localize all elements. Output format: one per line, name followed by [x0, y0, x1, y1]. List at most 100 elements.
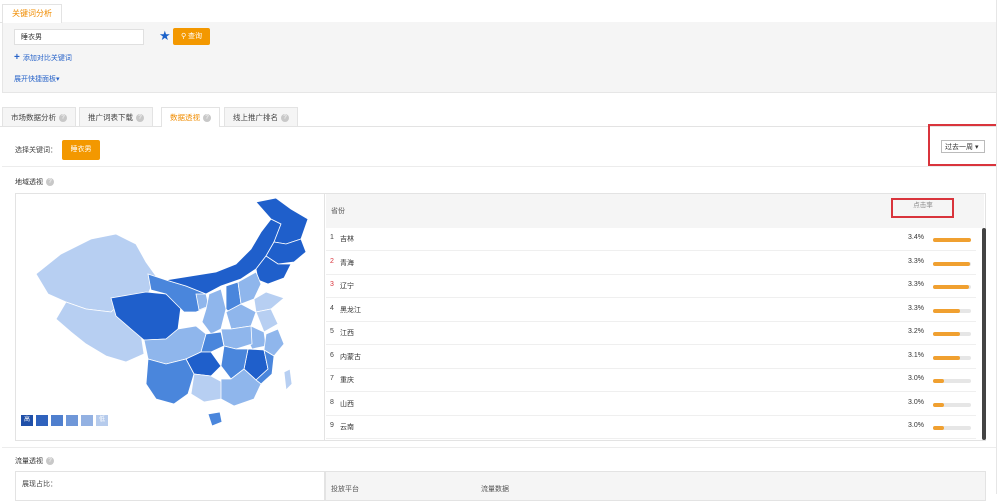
row-rank: 3 [330, 281, 334, 288]
help-icon[interactable]: ? [46, 178, 54, 187]
row-rate-bar [933, 332, 971, 336]
row-rate-bar [933, 308, 971, 313]
row-rate-bar-fill [933, 332, 960, 336]
row-rank: 5 [330, 328, 334, 335]
china-map [35, 197, 309, 427]
row-click-rate: 3.0% [908, 375, 924, 382]
legend-high: 高 [21, 415, 33, 426]
tab-label: 数据透视 [170, 113, 200, 122]
table-row[interactable]: 6 内蒙古 3.1% [326, 346, 976, 369]
row-rate-bar [933, 355, 971, 360]
map-region-hubei[interactable] [220, 325, 253, 350]
help-icon[interactable]: ? [59, 114, 67, 123]
row-rate-bar-fill [933, 261, 970, 266]
plus-icon: + [14, 52, 20, 63]
row-rate-bar [933, 402, 971, 407]
table-row[interactable]: 2 青海 3.3% [326, 252, 976, 275]
add-compare-keyword-link[interactable]: + 添加对比关键词 [14, 52, 72, 65]
tab-download[interactable]: 推广词表下载? [79, 107, 153, 126]
table-scrollbar[interactable] [982, 228, 986, 440]
tab-market-analysis[interactable]: 市场数据分析? [2, 107, 76, 126]
row-rate-bar-fill [933, 379, 944, 383]
row-rank: 8 [330, 398, 334, 406]
row-click-rate: 3.3% [908, 304, 924, 312]
table-row[interactable]: 4 黑龙江 3.3% [326, 299, 976, 322]
table-header [326, 194, 984, 228]
map-region-inner-mongolia[interactable] [165, 218, 282, 295]
table-row[interactable]: 8 山西 3.0% [326, 393, 976, 416]
map-region-jiangsu[interactable] [255, 308, 279, 333]
row-rank: 1 [330, 234, 334, 241]
row-province-name: 青海 [340, 259, 354, 267]
row-province-name: 山西 [340, 400, 354, 408]
row-rate-bar [933, 379, 971, 383]
keyword-chip[interactable]: 睡衣男 [62, 140, 100, 160]
row-province-name: 重庆 [340, 377, 354, 384]
table-row[interactable]: 7 重庆 3.0% [326, 369, 976, 392]
column-header-platform: 投放平台 [331, 486, 359, 493]
table-row[interactable]: 3 辽宁 3.3% [326, 275, 976, 298]
row-rate-bar [933, 285, 971, 289]
map-region-hainan[interactable] [207, 411, 223, 427]
tab-label: 线上推广排名 [233, 113, 278, 122]
row-rate-bar-fill [933, 308, 960, 313]
row-click-rate: 3.0% [908, 422, 924, 429]
row-click-rate: 3.3% [908, 257, 924, 265]
table-row[interactable]: 1 吉林 3.4% [326, 228, 976, 251]
tab-data-pivot[interactable]: 数据透视? [161, 107, 220, 127]
map-region-taiwan[interactable] [283, 368, 293, 391]
region-section-title: 地域透视? [15, 177, 54, 187]
legend-step [36, 415, 48, 426]
search-icon: ⚲ [180, 33, 187, 40]
exposure-label: 展现占比： [22, 481, 57, 488]
legend-step [66, 415, 78, 426]
help-icon[interactable]: ? [281, 114, 289, 123]
row-rate-bar-fill [933, 238, 971, 242]
highlight-box [928, 124, 998, 166]
row-click-rate: 3.0% [908, 398, 924, 406]
tab-online-ranking[interactable]: 线上推广排名? [224, 107, 298, 126]
tab-keyword-analysis[interactable]: 关键词分析 [2, 4, 62, 23]
flow-table-header [325, 471, 986, 501]
row-rate-bar [933, 426, 971, 430]
row-rank: 7 [330, 375, 334, 382]
section-title-text: 流量透视 [15, 458, 43, 465]
help-icon[interactable]: ? [46, 457, 54, 466]
star-icon[interactable]: ★ [159, 28, 171, 44]
help-icon[interactable]: ? [136, 114, 144, 123]
legend-step [51, 415, 63, 426]
row-click-rate: 3.3% [908, 281, 924, 288]
divider [2, 447, 996, 448]
divider [2, 166, 996, 167]
query-button[interactable]: ⚲ 查询 [173, 28, 210, 45]
table-row[interactable]: 5 江西 3.2% [326, 322, 976, 345]
add-compare-label: 添加对比关键词 [22, 55, 72, 62]
column-header-flow: 流量数据 [481, 486, 509, 493]
row-rate-bar [933, 261, 971, 266]
column-header-province: 省份 [331, 208, 345, 215]
tab-label: 推广词表下载 [88, 113, 133, 122]
legend-low: 低 [96, 415, 108, 426]
row-rate-bar-fill [933, 355, 960, 360]
search-panel [2, 22, 998, 93]
section-title-text: 地域透视 [15, 179, 43, 186]
row-rank: 4 [330, 304, 334, 312]
keyword-input[interactable]: 睡衣男 [14, 29, 144, 45]
row-province-name: 辽宁 [340, 283, 354, 290]
expand-panel-link[interactable]: 展开快捷面板▾ [14, 74, 60, 86]
row-province-name: 内蒙古 [340, 353, 361, 361]
map-region-yunnan[interactable] [145, 358, 195, 405]
flow-chart-panel [15, 471, 325, 501]
legend-step [81, 415, 93, 426]
row-rank: 6 [330, 351, 334, 359]
table-row[interactable]: 9 云南 3.0% [326, 416, 976, 439]
help-icon[interactable]: ? [203, 114, 211, 123]
highlight-box [891, 198, 954, 218]
tab-label: 市场数据分析 [11, 113, 56, 122]
row-click-rate: 3.1% [908, 351, 924, 359]
select-keyword-label: 选择关键词： [15, 147, 57, 154]
row-province-name: 吉林 [340, 236, 354, 243]
row-rank: 2 [330, 257, 334, 265]
row-click-rate: 3.4% [908, 234, 924, 241]
row-rank: 9 [330, 422, 334, 429]
